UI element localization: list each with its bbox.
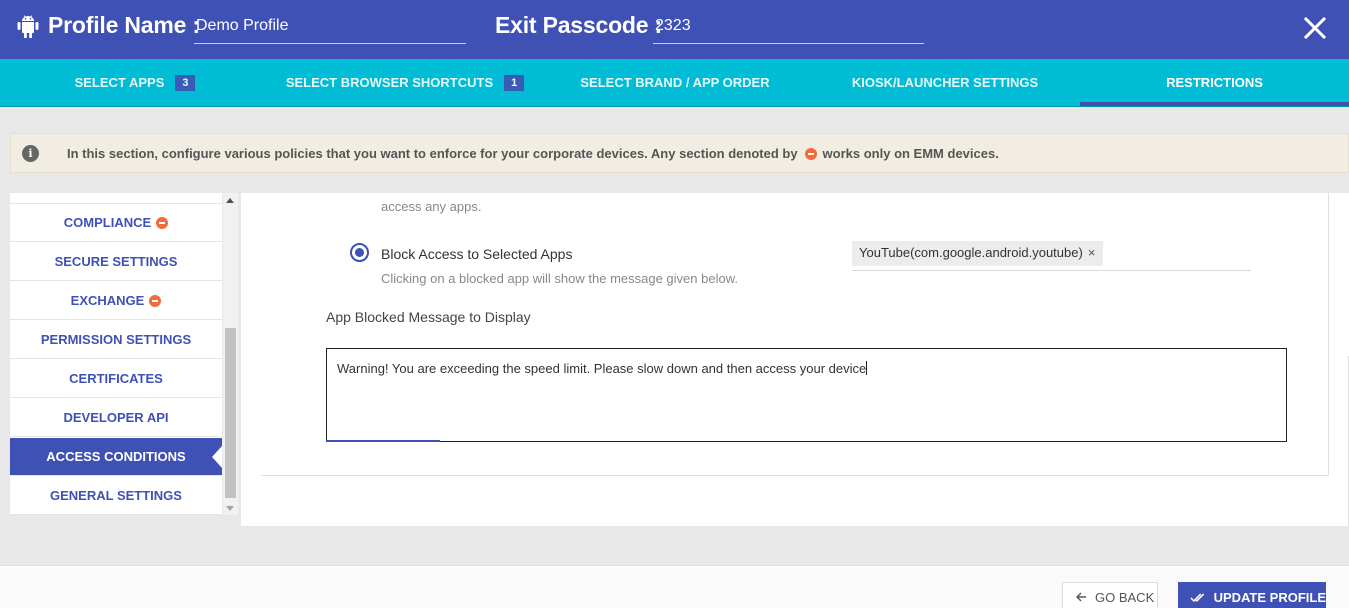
radio-selected-dot (355, 248, 364, 257)
double-check-icon (1190, 593, 1205, 602)
tab-label: KIOSK/LAUNCHER SETTINGS (851, 75, 1039, 90)
sidebar-item-secure-settings[interactable]: SECURE SETTINGS (10, 243, 222, 281)
info-text-after: works only on EMM devices. (822, 146, 999, 161)
profile-name-label: Profile Name : (48, 12, 200, 38)
emm-icon (804, 148, 817, 160)
sidebar-item-label: EXCHANGE (70, 293, 145, 308)
sidebar-item-permission-settings[interactable]: PERMISSION SETTINGS (10, 321, 222, 359)
sidebar-item-compliance[interactable]: COMPLIANCE (10, 204, 222, 242)
info-icon: i (22, 145, 39, 162)
info-banner: i In this section, configure various pol… (10, 133, 1349, 173)
blocked-app-chip: YouTube(com.google.android.youtube) × (852, 241, 1104, 266)
blocked-message-text: Warning! You are exceeding the speed lim… (337, 361, 867, 376)
android-icon (17, 15, 39, 38)
sidebar-item-general-settings[interactable]: GENERAL SETTINGS (10, 477, 222, 515)
sidebar-item-certificates[interactable]: CERTIFICATES (10, 360, 222, 398)
arrow-left-icon (1076, 592, 1086, 602)
go-back-label: GO BACK (1095, 589, 1155, 605)
sidebar-item-label: COMPLIANCE (63, 215, 152, 230)
block-selected-apps-radio[interactable] (350, 243, 369, 262)
info-text: In this section, configure various polic… (67, 146, 999, 161)
sidebar-item-exchange[interactable]: EXCHANGE (10, 282, 222, 320)
sidebar-item-label: ACCESS CONDITIONS (46, 449, 186, 464)
header-bar: Profile Name : Demo Profile Exit Passcod… (0, 0, 1349, 59)
tab-label: SELECT APPS (74, 75, 165, 90)
update-profile-button[interactable]: UPDATE PROFILE (1178, 582, 1326, 608)
scroll-thumb[interactable] (225, 328, 236, 498)
sidebar-item-developer-api[interactable]: DEVELOPER API (10, 399, 222, 437)
tab-select-browser-shortcuts[interactable]: SELECT BROWSER SHORTCUTS 1 (270, 59, 540, 106)
sidebar: COMPLIANCE SECURE SETTINGS EXCHANGE PERM… (10, 193, 222, 515)
chip-label: YouTube(com.google.android.youtube) (859, 245, 1083, 260)
tab-count-badge: 3 (175, 74, 196, 91)
main-panel: access any apps. Block Access to Selecte… (241, 193, 1349, 526)
text-caret (866, 361, 868, 375)
sidebar-item-label: GENERAL SETTINGS (50, 488, 182, 503)
tab-count-badge: 1 (504, 74, 525, 91)
chip-remove-icon[interactable]: × (1088, 245, 1096, 260)
blocked-message-textarea[interactable]: Warning! You are exceeding the speed lim… (326, 348, 1287, 442)
access-conditions-card: access any apps. Block Access to Selecte… (261, 193, 1329, 476)
exit-passcode-input[interactable]: 2323 (653, 14, 924, 44)
go-back-button[interactable]: GO BACK (1062, 582, 1158, 608)
tab-select-brand-app-order[interactable]: SELECT BRAND / APP ORDER (540, 59, 810, 106)
profile-name-input[interactable]: Demo Profile (194, 14, 466, 44)
blocked-message-label: App Blocked Message to Display (326, 309, 531, 325)
emm-icon (149, 294, 162, 307)
sidebar-item-access-conditions[interactable]: ACCESS CONDITIONS (10, 438, 222, 476)
tab-bar: SELECT APPS 3 SELECT BROWSER SHORTCUTS 1… (0, 59, 1349, 107)
scroll-down-arrow-icon[interactable] (226, 506, 234, 511)
tab-select-apps[interactable]: SELECT APPS 3 (0, 59, 270, 106)
partial-option-hint: access any apps. (381, 199, 482, 214)
active-tab-indicator (1080, 102, 1349, 106)
scroll-up-arrow-icon[interactable] (226, 198, 234, 203)
sidebar-item-label: CERTIFICATES (69, 371, 163, 386)
tab-restrictions[interactable]: RESTRICTIONS (1080, 59, 1349, 106)
sidebar-item-label: DEVELOPER API (63, 410, 169, 425)
exit-passcode-label: Exit Passcode : (495, 12, 663, 38)
sidebar-item-label: PERMISSION SETTINGS (40, 332, 192, 347)
sidebar-scrollbar[interactable] (223, 193, 238, 515)
tab-label: SELECT BRAND / APP ORDER (580, 75, 770, 90)
update-profile-label: UPDATE PROFILE (1213, 589, 1326, 605)
close-icon[interactable] (1303, 16, 1327, 40)
sidebar-item-partial[interactable] (10, 193, 222, 204)
tab-kiosk-launcher-settings[interactable]: KIOSK/LAUNCHER SETTINGS (810, 59, 1080, 106)
info-text-before: In this section, configure various polic… (67, 146, 798, 161)
textarea-focus-underline (326, 440, 440, 442)
emm-icon (156, 216, 169, 229)
tab-label: RESTRICTIONS (1166, 75, 1263, 90)
block-selected-apps-label: Block Access to Selected Apps (381, 246, 573, 262)
block-selected-apps-hint: Clicking on a blocked app will show the … (381, 271, 738, 286)
footer-bar: GO BACK UPDATE PROFILE (0, 565, 1349, 608)
sidebar-item-label: SECURE SETTINGS (54, 254, 178, 269)
blocked-apps-select[interactable]: YouTube(com.google.android.youtube) × (852, 241, 1251, 271)
tab-label: SELECT BROWSER SHORTCUTS (285, 75, 494, 90)
